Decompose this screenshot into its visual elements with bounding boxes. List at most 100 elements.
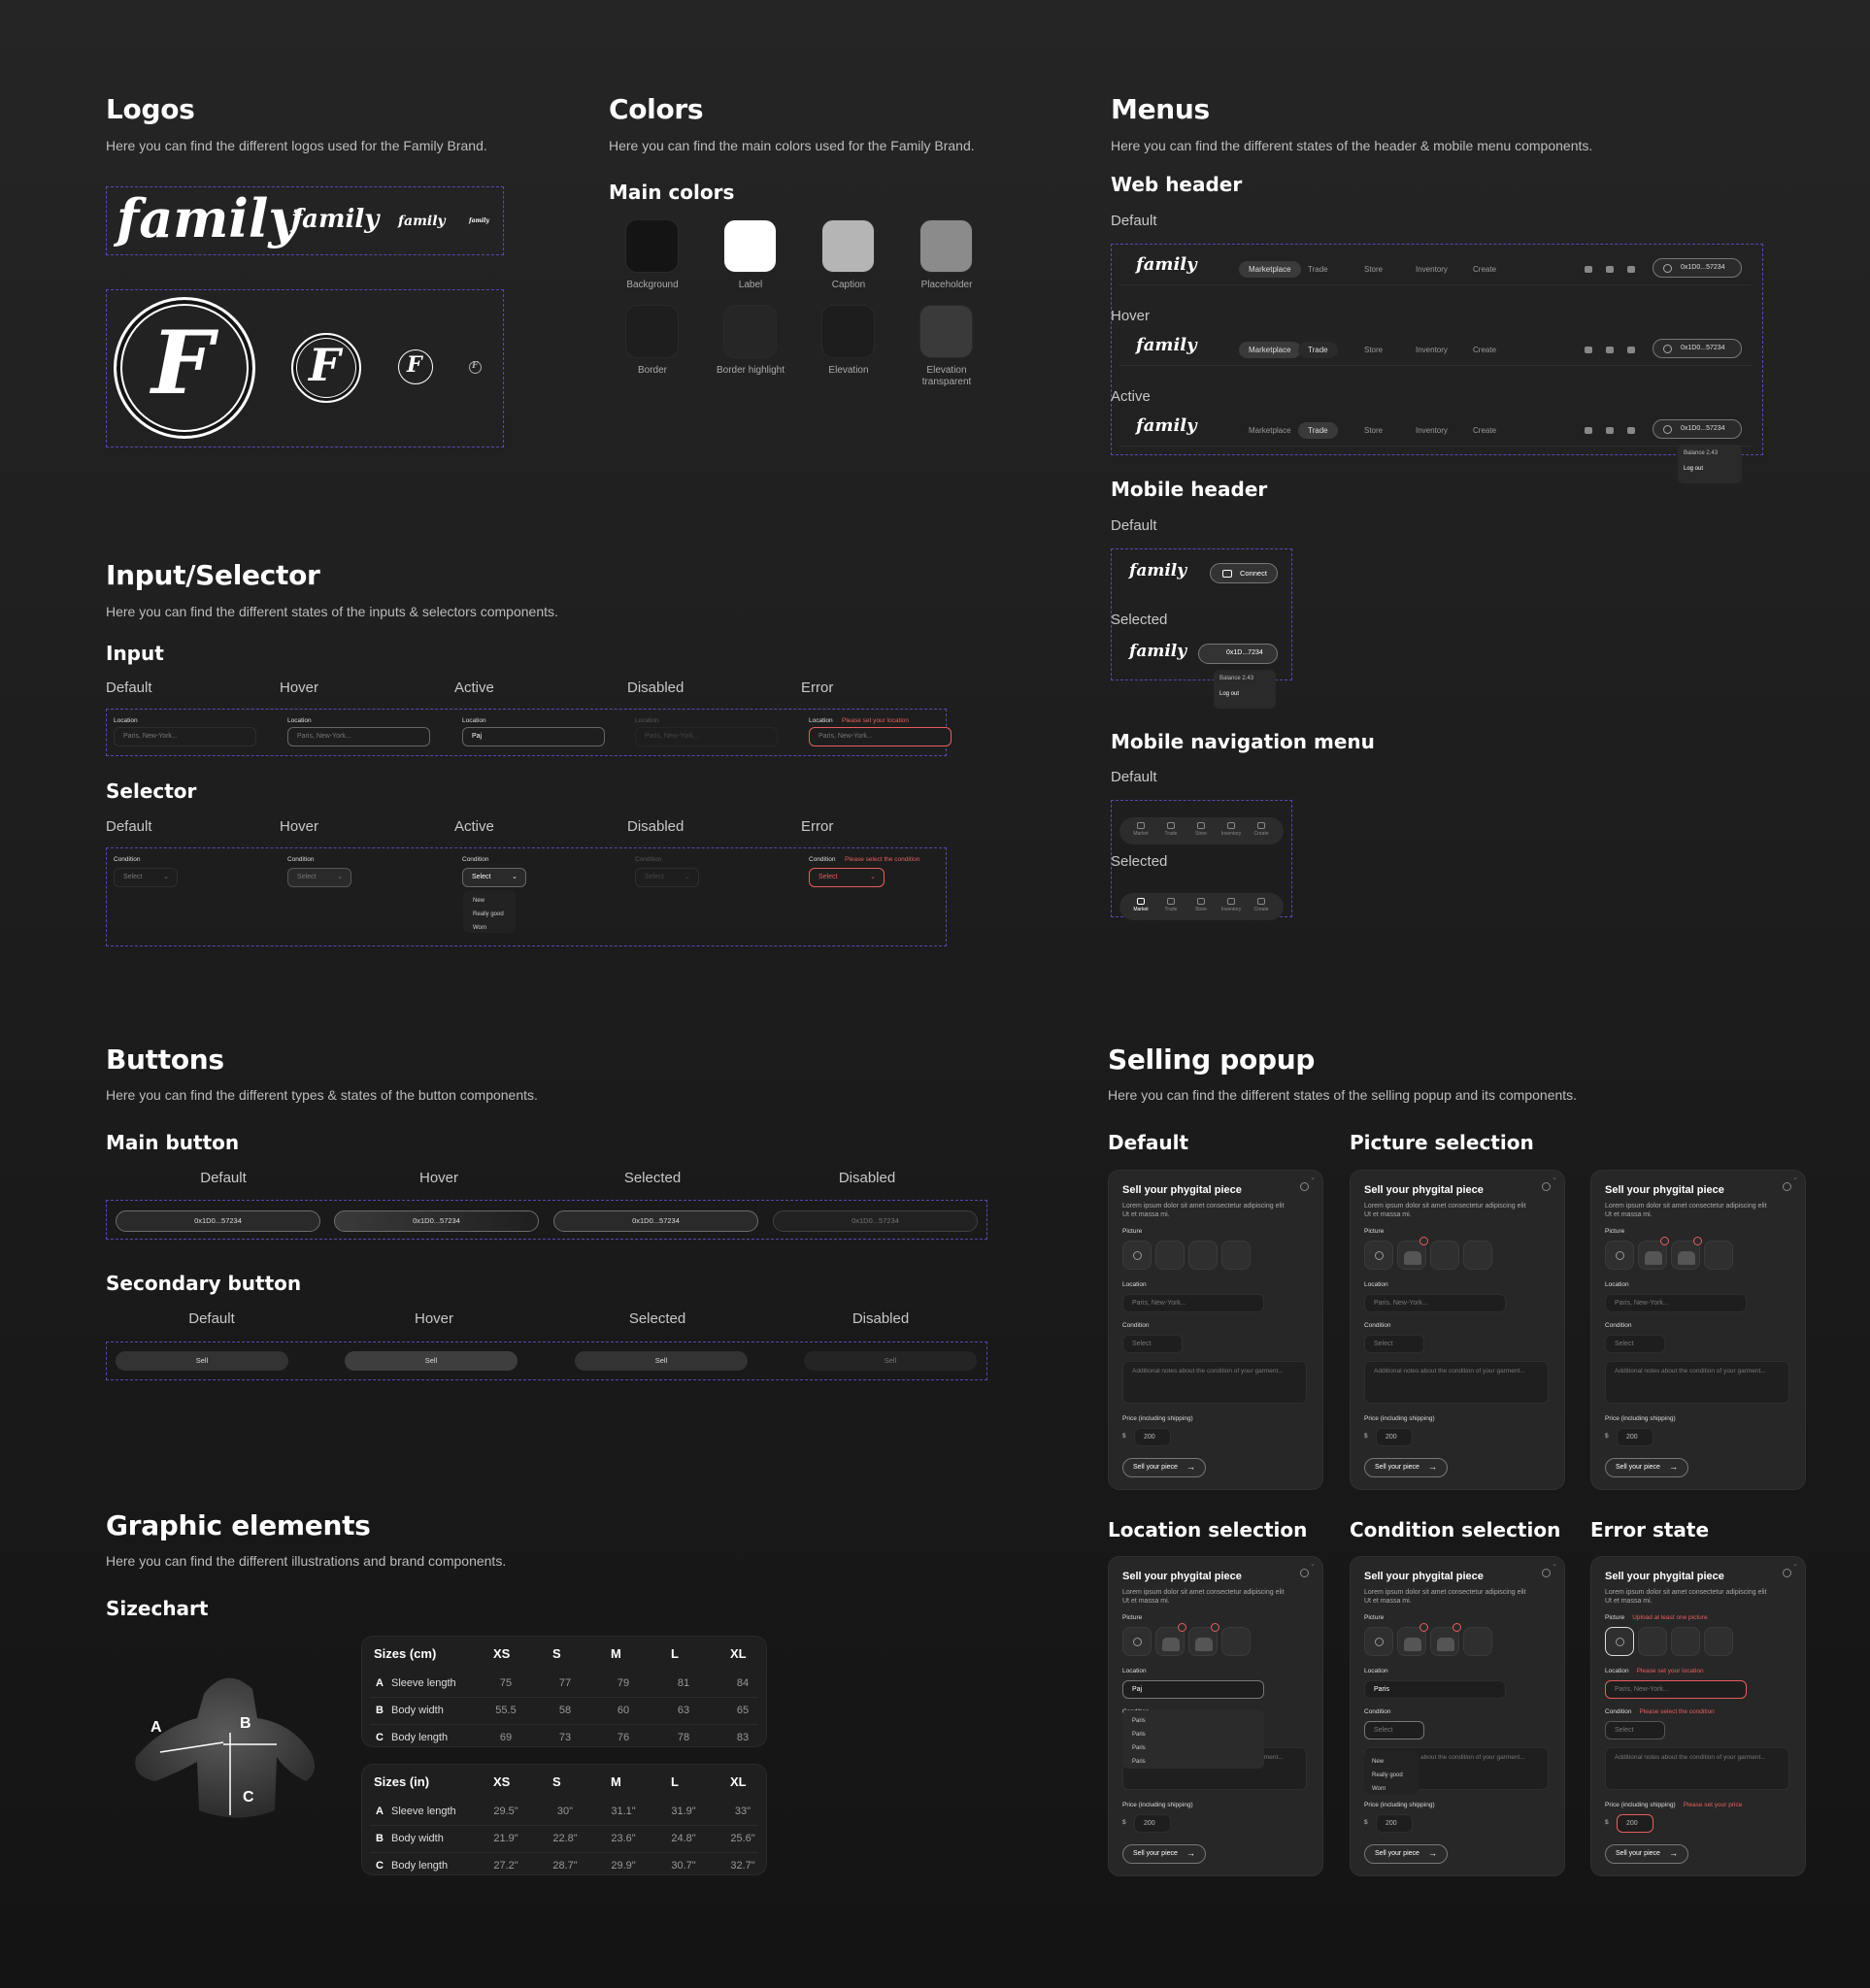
location-input-active[interactable]: Paj	[462, 727, 605, 746]
discord-icon[interactable]	[1606, 266, 1614, 273]
location-option[interactable]: Paris	[1132, 1755, 1254, 1769]
location-input-error[interactable]: Paris, New-York...	[809, 727, 952, 746]
mnav-item-create[interactable]: Create	[1248, 895, 1275, 918]
condition-option[interactable]: New	[1372, 1755, 1411, 1769]
location-option[interactable]: Paris	[1132, 1714, 1254, 1728]
discord-icon[interactable]	[1606, 347, 1614, 353]
nav-item-inventory[interactable]: Inventory	[1406, 342, 1457, 358]
mnav-item-inventory[interactable]: Inventory	[1218, 895, 1245, 918]
price-input[interactable]: 200	[1376, 1813, 1413, 1833]
mnav-item-inventory[interactable]: Inventory	[1218, 819, 1245, 843]
condition-select-default[interactable]: Select ⌄	[114, 868, 178, 887]
location-input[interactable]: Paj	[1122, 1679, 1264, 1699]
nav-item-store[interactable]: Store	[1354, 422, 1392, 439]
twitter-icon[interactable]	[1585, 266, 1592, 273]
nav-item-trade[interactable]: Trade	[1298, 261, 1338, 278]
twitter-icon[interactable]	[1585, 347, 1592, 353]
sell-your-piece-button[interactable]: Sell your piece →	[1122, 1458, 1206, 1477]
add-picture-button[interactable]	[1364, 1626, 1393, 1656]
condition-select[interactable]: Select ⌄	[1364, 1561, 1557, 1740]
condition-option[interactable]: Really good	[473, 908, 506, 921]
location-option[interactable]: Paris	[1132, 1728, 1254, 1741]
location-input[interactable]: Paris, New-York...	[1605, 1679, 1747, 1699]
secondary-button-disabled[interactable]: Sell	[804, 1351, 977, 1371]
location-input[interactable]: Paris, New-York...	[1605, 1293, 1747, 1312]
nav-item-create[interactable]: Create	[1463, 422, 1506, 439]
location-input[interactable]: Paris, New-York...	[1122, 1293, 1264, 1312]
mnav-item-create[interactable]: Create	[1248, 819, 1275, 843]
remove-picture-icon[interactable]	[1693, 1236, 1702, 1245]
notes-textarea[interactable]: Additional notes about the condition of …	[1605, 1746, 1789, 1790]
secondary-button-default[interactable]: Sell	[116, 1351, 288, 1371]
mobile-logout[interactable]: Log out	[1219, 691, 1270, 697]
price-input[interactable]: 200	[1134, 1813, 1171, 1833]
sell-your-piece-button[interactable]: Sell your piece →	[1364, 1458, 1448, 1477]
condition-select-hover[interactable]: Select ⌄	[287, 868, 351, 887]
price-input[interactable]: 200	[1617, 1813, 1653, 1833]
remove-picture-icon[interactable]	[1660, 1236, 1669, 1245]
price-input[interactable]: 200	[1134, 1427, 1171, 1446]
condition-option[interactable]: Worn	[473, 921, 506, 935]
close-icon[interactable]	[1783, 1569, 1791, 1577]
telegram-icon[interactable]	[1627, 347, 1635, 353]
nav-item-create[interactable]: Create	[1463, 261, 1506, 278]
nav-item-marketplace[interactable]: Marketplace	[1239, 261, 1301, 278]
price-input[interactable]: 200	[1376, 1427, 1413, 1446]
condition-select-error[interactable]: Select ⌄	[809, 868, 885, 887]
add-picture-button[interactable]	[1605, 1626, 1634, 1656]
remove-picture-icon[interactable]	[1419, 1622, 1428, 1632]
nav-item-store[interactable]: Store	[1354, 342, 1392, 358]
condition-option[interactable]: Worn	[1372, 1782, 1411, 1796]
price-input[interactable]: 200	[1617, 1427, 1653, 1446]
close-icon[interactable]	[1300, 1182, 1309, 1191]
condition-option[interactable]: Really good	[1372, 1769, 1411, 1782]
close-icon[interactable]	[1300, 1569, 1309, 1577]
remove-picture-icon[interactable]	[1211, 1622, 1219, 1632]
telegram-icon[interactable]	[1627, 427, 1635, 434]
mnav-item-store[interactable]: Store	[1187, 819, 1215, 843]
secondary-button-hover[interactable]: Sell	[345, 1351, 518, 1371]
add-picture-button[interactable]	[1605, 1240, 1634, 1270]
close-icon[interactable]	[1542, 1569, 1551, 1577]
condition-select-active[interactable]: Select ⌄	[462, 868, 526, 887]
twitter-icon[interactable]	[1585, 427, 1592, 434]
notes-textarea[interactable]: Additional notes about the condition of …	[1364, 1360, 1549, 1404]
condition-select[interactable]: Select ⌄	[1364, 1175, 1557, 1353]
mnav-item-store[interactable]: Store	[1187, 895, 1215, 918]
nav-item-marketplace[interactable]: Marketplace	[1239, 422, 1301, 439]
wallet-button[interactable]: 0x1D0...57234	[1653, 419, 1742, 439]
secondary-button-selected[interactable]: Sell	[575, 1351, 748, 1371]
remove-picture-icon[interactable]	[1419, 1236, 1428, 1245]
add-picture-button[interactable]	[1122, 1626, 1152, 1656]
main-button-default[interactable]: 0x1D0...57234	[116, 1210, 320, 1232]
condition-option[interactable]: New	[473, 894, 506, 908]
nav-item-trade[interactable]: Trade	[1298, 422, 1338, 439]
add-picture-button[interactable]	[1122, 1240, 1152, 1270]
location-input-default[interactable]: Paris, New-York...	[114, 727, 256, 746]
mnav-item-market[interactable]: Market	[1127, 819, 1154, 843]
main-button-disabled[interactable]: 0x1D0...57234	[773, 1210, 978, 1232]
telegram-icon[interactable]	[1627, 266, 1635, 273]
sell-your-piece-button[interactable]: Sell your piece →	[1605, 1844, 1688, 1864]
location-input[interactable]: Paris, New-York...	[1364, 1293, 1506, 1312]
condition-select[interactable]: Select ⌄	[1122, 1175, 1316, 1353]
mnav-item-trade[interactable]: Trade	[1157, 819, 1185, 843]
close-icon[interactable]	[1783, 1182, 1791, 1191]
discord-icon[interactable]	[1606, 427, 1614, 434]
nav-item-store[interactable]: Store	[1354, 261, 1392, 278]
wallet-button[interactable]: 0x1D0...57234	[1653, 258, 1742, 278]
main-button-hover[interactable]: 0x1D0...57234	[334, 1210, 539, 1232]
nav-item-marketplace[interactable]: Marketplace	[1239, 342, 1301, 358]
mobile-wallet-button[interactable]: 0x1D...7234	[1198, 644, 1278, 664]
condition-select[interactable]: Select ⌄	[1605, 1561, 1798, 1740]
sell-your-piece-button[interactable]: Sell your piece →	[1122, 1844, 1206, 1864]
condition-select[interactable]: Select ⌄	[1605, 1175, 1798, 1353]
location-option[interactable]: Paris	[1132, 1741, 1254, 1755]
location-input[interactable]: Paris	[1364, 1679, 1506, 1699]
connect-button[interactable]: Connect	[1210, 563, 1278, 583]
sell-your-piece-button[interactable]: Sell your piece →	[1605, 1458, 1688, 1477]
nav-item-inventory[interactable]: Inventory	[1406, 261, 1457, 278]
sell-your-piece-button[interactable]: Sell your piece →	[1364, 1844, 1448, 1864]
wallet-button[interactable]: 0x1D0...57234	[1653, 339, 1742, 358]
close-icon[interactable]	[1542, 1182, 1551, 1191]
